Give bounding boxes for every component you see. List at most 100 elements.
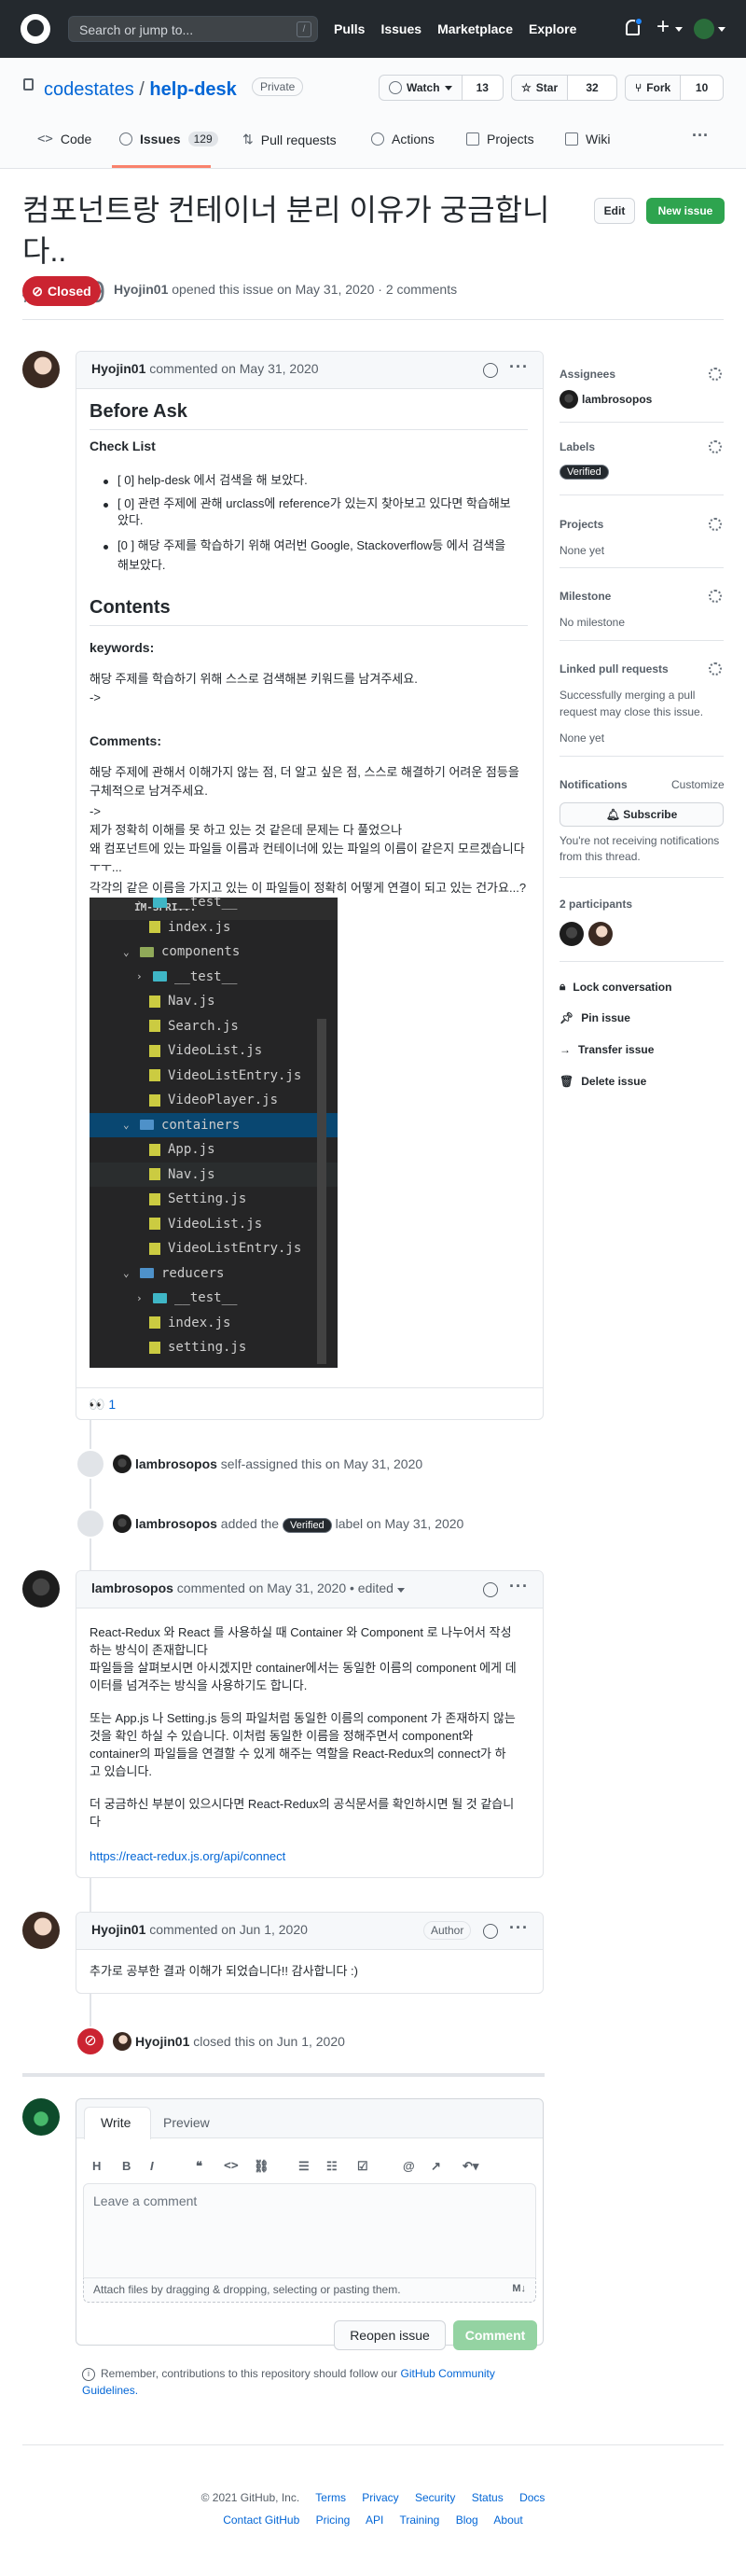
footer-link-terms[interactable]: Terms bbox=[315, 2491, 346, 2504]
tab-wiki[interactable]: Wiki bbox=[565, 132, 610, 146]
explorer-row[interactable]: index.js bbox=[90, 915, 338, 940]
transfer-issue-link[interactable]: → Transfer issue bbox=[560, 1043, 654, 1056]
watch-button[interactable]: Watch 13 bbox=[379, 75, 504, 101]
explorer-row[interactable]: VideoPlayer.js bbox=[90, 1088, 338, 1112]
cross-reference-icon[interactable]: ↗ bbox=[431, 2159, 441, 2174]
comment-date[interactable]: commented on Jun 1, 2020 bbox=[149, 1922, 308, 1937]
repo-name-link[interactable]: help-desk bbox=[149, 79, 236, 100]
markdown-icon[interactable]: M↓ bbox=[512, 2283, 526, 2294]
tab-projects[interactable]: Projects bbox=[466, 132, 534, 146]
linked-prs-heading[interactable]: Linked pull requests bbox=[560, 662, 669, 675]
issue-author-link[interactable]: Hyojin01 bbox=[114, 282, 168, 297]
explorer-row[interactable]: VideoListEntry.js bbox=[90, 1236, 338, 1260]
watch-count[interactable]: 13 bbox=[461, 76, 503, 100]
footer-link-api[interactable]: API bbox=[366, 2513, 383, 2527]
heading-icon[interactable]: H bbox=[92, 2159, 101, 2173]
eyes-reaction[interactable]: 👀 1 bbox=[89, 1397, 116, 1413]
chevron-down-icon[interactable] bbox=[396, 1588, 405, 1593]
tab-actions[interactable]: Actions bbox=[371, 132, 435, 146]
projects-heading[interactable]: Projects bbox=[560, 518, 603, 531]
milestone-heading[interactable]: Milestone bbox=[560, 590, 611, 603]
explorer-row[interactable]: Nav.js bbox=[90, 1162, 338, 1187]
footer-link-docs[interactable]: Docs bbox=[519, 2491, 545, 2504]
verified-label[interactable]: Verified bbox=[282, 1518, 332, 1533]
explorer-row[interactable]: Setting.js bbox=[90, 1187, 338, 1211]
reopen-issue-button[interactable]: Reopen issue bbox=[334, 2320, 446, 2350]
footer-link-status[interactable]: Status bbox=[472, 2491, 504, 2504]
more-options-icon[interactable]: ··· bbox=[509, 1577, 529, 1596]
ordered-list-icon[interactable]: ☷ bbox=[326, 2159, 338, 2174]
explorer-row[interactable]: › __test__ bbox=[90, 1286, 338, 1310]
footer-link-contact[interactable]: Contact GitHub bbox=[223, 2513, 299, 2527]
lock-conversation-link[interactable]: 🔒︎ Lock conversation bbox=[560, 980, 671, 994]
explorer-row[interactable]: › __test__ bbox=[90, 898, 338, 914]
star-button[interactable]: ☆ Star 32 bbox=[511, 75, 617, 101]
avatar[interactable] bbox=[588, 922, 613, 946]
avatar[interactable] bbox=[113, 2032, 131, 2051]
pin-issue-link[interactable]: 📌︎ Pin issue bbox=[560, 1011, 630, 1024]
link-icon[interactable]: ⛓ bbox=[254, 2159, 269, 2174]
attach-files-area[interactable]: Attach files by dragging & dropping, sel… bbox=[83, 2278, 536, 2303]
event-user-link[interactable]: lambrosopos bbox=[135, 1516, 217, 1531]
explorer-row[interactable]: ⌄ containers bbox=[90, 1112, 338, 1137]
explorer-row[interactable]: VideoList.js bbox=[90, 1038, 338, 1063]
nav-marketplace[interactable]: Marketplace bbox=[437, 21, 513, 36]
event-user-link[interactable]: lambrosopos bbox=[135, 1456, 217, 1471]
guidelines-link[interactable]: Guidelines. bbox=[82, 2381, 138, 2400]
search-input[interactable]: Search or jump to... / bbox=[68, 16, 318, 42]
nav-explore[interactable]: Explore bbox=[529, 21, 576, 36]
more-options-icon[interactable]: ··· bbox=[509, 1918, 529, 1938]
add-reaction-icon[interactable] bbox=[483, 363, 498, 378]
explorer-row[interactable]: App.js bbox=[90, 1137, 338, 1162]
footer-link-privacy[interactable]: Privacy bbox=[362, 2491, 398, 2504]
explorer-row[interactable]: index.js bbox=[90, 1311, 338, 1335]
gear-icon[interactable] bbox=[709, 518, 722, 531]
italic-icon[interactable]: I bbox=[150, 2159, 154, 2173]
repo-owner-link[interactable]: codestates bbox=[44, 79, 134, 100]
assignee-link[interactable]: lambrosopos bbox=[582, 393, 652, 406]
verified-label[interactable]: Verified bbox=[560, 463, 609, 480]
gear-icon[interactable] bbox=[709, 440, 722, 453]
footer-link-pricing[interactable]: Pricing bbox=[316, 2513, 351, 2527]
mention-icon[interactable]: @ bbox=[403, 2159, 415, 2173]
community-guidelines-link[interactable]: GitHub Community bbox=[401, 2367, 495, 2380]
connect-docs-link[interactable]: https://react-redux.js.org/api/connect bbox=[90, 1847, 285, 1866]
footer-link-blog[interactable]: Blog bbox=[456, 2513, 478, 2527]
user-avatar[interactable] bbox=[694, 19, 714, 39]
tab-pull-requests[interactable]: ⇅ Pull requests bbox=[242, 132, 337, 147]
more-tabs-icon[interactable]: ··· bbox=[692, 126, 709, 146]
task-list-icon[interactable]: ☑ bbox=[357, 2159, 368, 2174]
explorer-row[interactable]: Search.js bbox=[90, 1014, 338, 1038]
explorer-row[interactable]: VideoList.js bbox=[90, 1212, 338, 1236]
comment-author-link[interactable]: lambrosopos bbox=[91, 1580, 173, 1595]
saved-replies-icon[interactable]: ↶▾ bbox=[463, 2159, 478, 2174]
event-user-link[interactable]: Hyojin01 bbox=[135, 2034, 189, 2049]
nav-pulls[interactable]: Pulls bbox=[334, 21, 365, 36]
nav-issues[interactable]: Issues bbox=[380, 21, 421, 36]
code-icon[interactable]: <> bbox=[224, 2159, 239, 2173]
tab-issues[interactable]: Issues 129 bbox=[119, 132, 218, 146]
delete-issue-link[interactable]: 🗑︎ Delete issue bbox=[560, 1075, 646, 1088]
avatar[interactable] bbox=[22, 1570, 60, 1608]
gear-icon[interactable] bbox=[709, 590, 722, 603]
labels-heading[interactable]: Labels bbox=[560, 440, 595, 453]
bold-icon[interactable]: B bbox=[122, 2159, 131, 2173]
tab-preview[interactable]: Preview bbox=[163, 2115, 210, 2130]
gear-icon[interactable] bbox=[709, 662, 722, 675]
quote-icon[interactable]: ❝ bbox=[196, 2159, 202, 2174]
explorer-row[interactable]: VideoListEntry.js bbox=[90, 1064, 338, 1088]
avatar[interactable] bbox=[560, 390, 578, 409]
avatar[interactable] bbox=[113, 1514, 131, 1533]
explorer-row[interactable]: › __test__ bbox=[90, 965, 338, 989]
edit-title-button[interactable]: Edit bbox=[594, 198, 635, 224]
unordered-list-icon[interactable]: ☰ bbox=[298, 2159, 310, 2174]
comment-textarea[interactable]: Leave a comment bbox=[83, 2183, 536, 2278]
comment-author-link[interactable]: Hyojin01 bbox=[91, 361, 145, 376]
footer-link-about[interactable]: About bbox=[493, 2513, 522, 2527]
subscribe-button[interactable]: 🔔︎ Subscribe bbox=[560, 802, 724, 827]
add-reaction-icon[interactable] bbox=[483, 1582, 498, 1597]
assignees-heading[interactable]: Assignees bbox=[560, 368, 615, 381]
comment-date[interactable]: commented on May 31, 2020 bbox=[149, 361, 318, 376]
tab-code[interactable]: <> Code bbox=[37, 132, 91, 146]
comment-author-link[interactable]: Hyojin01 bbox=[91, 1922, 145, 1937]
